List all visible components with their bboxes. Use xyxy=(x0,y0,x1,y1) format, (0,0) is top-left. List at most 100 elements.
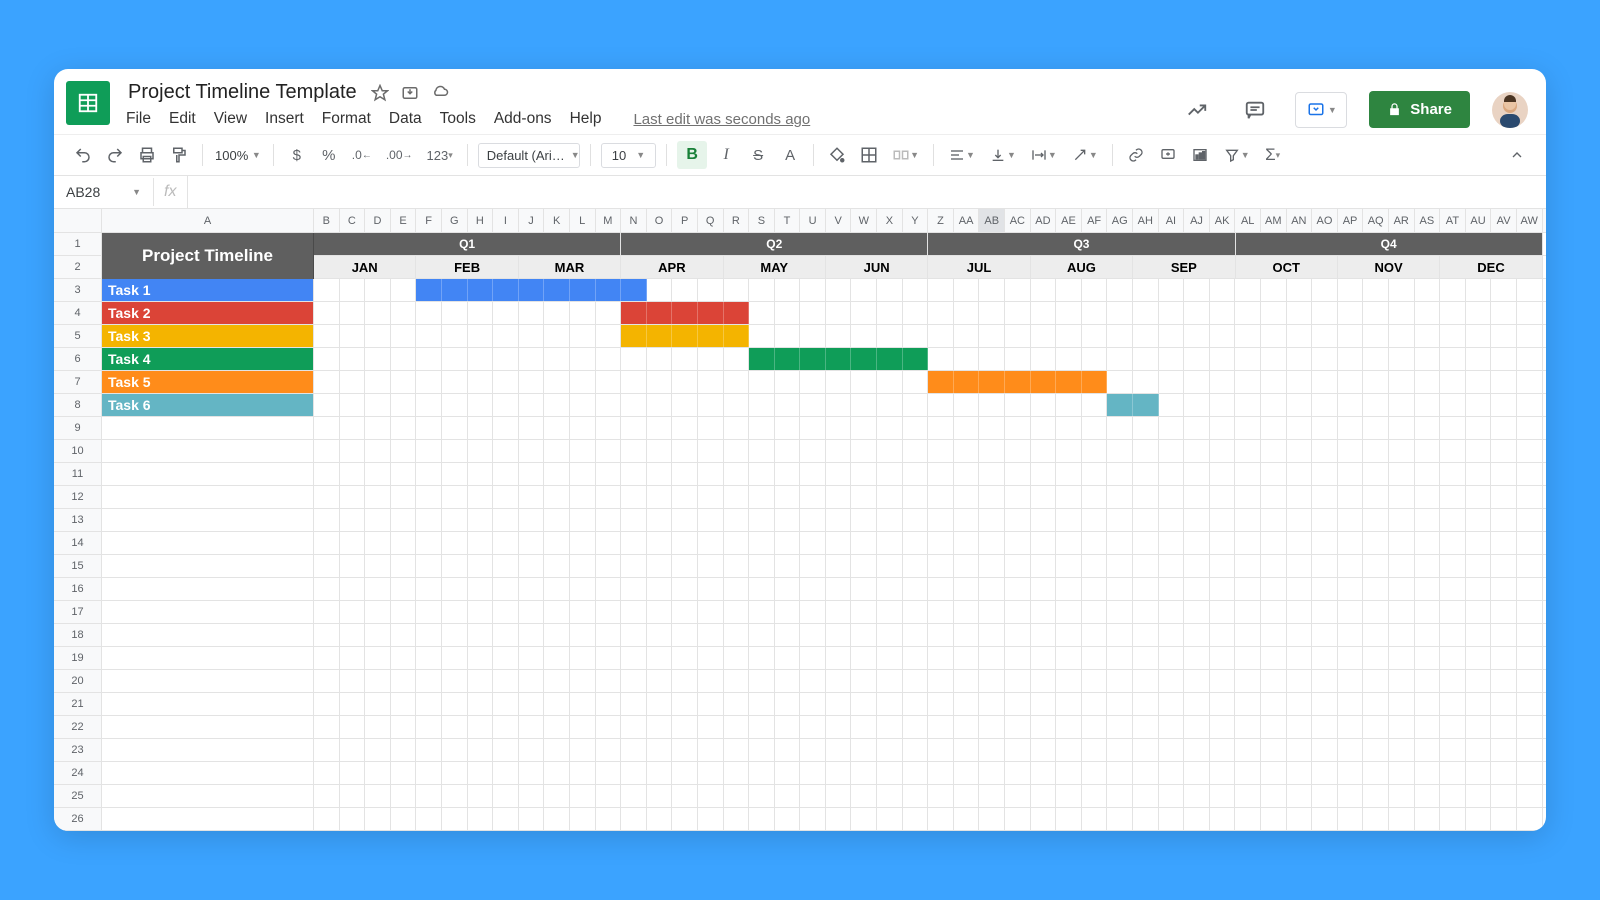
row-header[interactable]: 18 xyxy=(54,624,101,647)
cell[interactable] xyxy=(1491,624,1517,646)
cell[interactable] xyxy=(596,463,622,485)
cell[interactable] xyxy=(1031,601,1057,623)
cell[interactable] xyxy=(775,555,801,577)
cell[interactable] xyxy=(1082,693,1108,715)
cell[interactable] xyxy=(1159,348,1185,370)
cell[interactable] xyxy=(1184,279,1210,301)
cell[interactable] xyxy=(1363,693,1389,715)
cell[interactable] xyxy=(954,785,980,807)
cell[interactable] xyxy=(1440,348,1466,370)
cell[interactable] xyxy=(416,440,442,462)
cell[interactable] xyxy=(903,670,929,692)
cell[interactable] xyxy=(954,762,980,784)
cell[interactable] xyxy=(519,417,545,439)
cell[interactable] xyxy=(1389,394,1415,416)
cell[interactable] xyxy=(698,371,724,393)
collapse-toolbar-icon[interactable] xyxy=(1504,141,1530,169)
cell[interactable] xyxy=(1338,739,1364,761)
cell[interactable] xyxy=(1005,486,1031,508)
cell[interactable] xyxy=(1517,394,1543,416)
cell[interactable] xyxy=(1082,555,1108,577)
col-header[interactable]: AC xyxy=(1005,209,1031,232)
cell[interactable] xyxy=(1312,555,1338,577)
cell[interactable] xyxy=(544,555,570,577)
cell[interactable] xyxy=(979,555,1005,577)
cell[interactable] xyxy=(1261,302,1287,324)
cell[interactable] xyxy=(851,279,877,301)
cell[interactable] xyxy=(1210,785,1236,807)
cell[interactable] xyxy=(724,417,750,439)
cell[interactable] xyxy=(544,808,570,830)
cell[interactable] xyxy=(1159,670,1185,692)
row-header[interactable]: 6 xyxy=(54,348,101,371)
cell[interactable] xyxy=(1056,394,1082,416)
col-header[interactable]: R xyxy=(724,209,750,232)
cell[interactable] xyxy=(749,325,775,347)
cell[interactable] xyxy=(391,348,417,370)
cell[interactable] xyxy=(877,693,903,715)
cell[interactable] xyxy=(826,371,852,393)
cell[interactable] xyxy=(365,716,391,738)
cell[interactable] xyxy=(749,348,775,370)
cell[interactable] xyxy=(647,647,673,669)
cell[interactable] xyxy=(442,302,468,324)
cell[interactable] xyxy=(1261,325,1287,347)
cell[interactable] xyxy=(1312,348,1338,370)
cell[interactable] xyxy=(749,670,775,692)
cell[interactable] xyxy=(570,785,596,807)
cell[interactable] xyxy=(1287,440,1313,462)
cell[interactable] xyxy=(519,739,545,761)
cell[interactable] xyxy=(416,394,442,416)
col-header[interactable]: P xyxy=(672,209,698,232)
cell[interactable] xyxy=(979,739,1005,761)
cell[interactable] xyxy=(1440,693,1466,715)
cell[interactable] xyxy=(1005,509,1031,531)
cell[interactable] xyxy=(570,647,596,669)
cell[interactable] xyxy=(647,785,673,807)
cell[interactable] xyxy=(1312,647,1338,669)
cell[interactable] xyxy=(928,463,954,485)
cell[interactable] xyxy=(1466,440,1492,462)
cell[interactable] xyxy=(314,371,340,393)
cell[interactable] xyxy=(102,808,314,830)
cell[interactable] xyxy=(102,578,314,600)
cell[interactable] xyxy=(1235,762,1261,784)
row-header[interactable]: 26 xyxy=(54,808,101,831)
cell[interactable] xyxy=(365,670,391,692)
cell[interactable] xyxy=(365,601,391,623)
col-header[interactable]: AG xyxy=(1107,209,1133,232)
col-header[interactable]: AE xyxy=(1056,209,1082,232)
cell[interactable] xyxy=(1031,463,1057,485)
cell[interactable] xyxy=(954,647,980,669)
cell[interactable] xyxy=(596,808,622,830)
cell[interactable] xyxy=(1210,417,1236,439)
quarter-header[interactable]: Q3 xyxy=(928,233,1235,255)
cell[interactable] xyxy=(698,647,724,669)
cell[interactable] xyxy=(1107,532,1133,554)
cell[interactable] xyxy=(1261,716,1287,738)
col-header[interactable]: O xyxy=(647,209,673,232)
cell[interactable] xyxy=(851,578,877,600)
col-header[interactable]: AU xyxy=(1466,209,1492,232)
cell[interactable] xyxy=(928,371,954,393)
cell[interactable] xyxy=(1312,624,1338,646)
col-header[interactable]: AW xyxy=(1517,209,1543,232)
cell[interactable] xyxy=(749,785,775,807)
cell[interactable] xyxy=(1338,417,1364,439)
cell[interactable] xyxy=(1415,440,1441,462)
cell[interactable] xyxy=(1491,417,1517,439)
cell[interactable] xyxy=(391,486,417,508)
cell[interactable] xyxy=(1415,785,1441,807)
cell[interactable] xyxy=(903,279,929,301)
cell[interactable] xyxy=(826,532,852,554)
menu-view[interactable]: View xyxy=(214,110,247,128)
cell[interactable] xyxy=(596,440,622,462)
cell[interactable] xyxy=(954,463,980,485)
cell[interactable] xyxy=(468,279,494,301)
cell[interactable] xyxy=(391,716,417,738)
cell[interactable] xyxy=(749,762,775,784)
cell[interactable] xyxy=(340,808,366,830)
cell[interactable] xyxy=(826,693,852,715)
cell[interactable] xyxy=(928,647,954,669)
cell[interactable] xyxy=(544,417,570,439)
